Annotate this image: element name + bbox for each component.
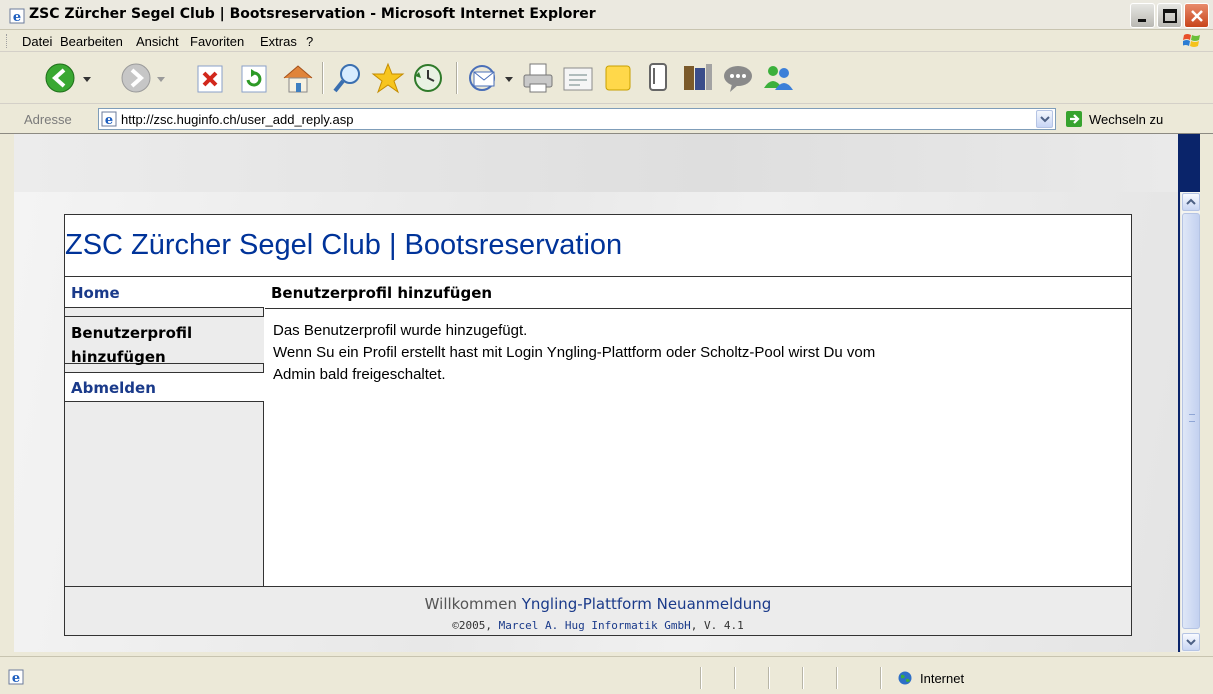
discuss-icon[interactable] bbox=[600, 60, 636, 96]
go-button[interactable]: Wechseln zu bbox=[1089, 112, 1163, 127]
window-title: ZSC Zürcher Segel Club | Bootsreservatio… bbox=[29, 6, 596, 22]
nav-current-line1: Benutzerprofil bbox=[71, 324, 193, 342]
svg-text:e: e bbox=[12, 671, 20, 685]
mail-icon[interactable] bbox=[466, 60, 502, 96]
forward-dropdown-icon[interactable] bbox=[154, 60, 168, 96]
address-bar: Adresse e http://zsc.huginfo.ch/user_add… bbox=[0, 104, 1213, 134]
page-header: ZSC Zürcher Segel Club | Bootsreservatio… bbox=[65, 215, 1131, 277]
maximize-button[interactable] bbox=[1157, 3, 1182, 28]
globe-icon bbox=[898, 671, 912, 685]
welcome-label: Willkommen bbox=[424, 595, 517, 613]
page-icon: e bbox=[101, 111, 117, 127]
minimize-icon bbox=[1138, 19, 1146, 22]
sidebar-item-logout[interactable]: Abmelden bbox=[65, 372, 264, 402]
nav-logout-link[interactable]: Abmelden bbox=[71, 379, 156, 397]
footer-copyright: ©2005, Marcel A. Hug Informatik GmbH, V.… bbox=[65, 619, 1131, 632]
svg-text:e: e bbox=[13, 10, 21, 24]
scrollbar-thumb[interactable] bbox=[1182, 213, 1200, 629]
chat-icon[interactable] bbox=[720, 60, 756, 96]
research-icon[interactable] bbox=[680, 60, 716, 96]
version-text: , V. 4.1 bbox=[690, 619, 744, 632]
favorites-icon[interactable] bbox=[370, 60, 406, 96]
close-icon bbox=[1191, 10, 1203, 22]
nav-home-link[interactable]: Home bbox=[71, 284, 120, 302]
scrollbar-grip bbox=[1189, 414, 1195, 422]
toolbar-separator bbox=[322, 62, 324, 94]
status-pane-divider bbox=[880, 667, 882, 689]
maximize-icon bbox=[1163, 9, 1177, 23]
address-label: Adresse bbox=[24, 112, 72, 127]
logged-in-user: Yngling-Plattform Neuanmeldung bbox=[521, 595, 772, 613]
footer-welcome: Willkommen Yngling-Plattform Neuanmeldun… bbox=[65, 595, 1131, 613]
forward-icon[interactable] bbox=[118, 60, 154, 96]
menu-favoriten[interactable]: Favoriten bbox=[190, 34, 244, 49]
menu-datei[interactable]: Datei bbox=[22, 34, 52, 49]
svg-text:e: e bbox=[105, 113, 113, 127]
status-pane-divider bbox=[768, 667, 770, 689]
sidebar-item-home[interactable]: Home bbox=[65, 278, 264, 308]
page-status-icon: e bbox=[8, 669, 24, 685]
mail-dropdown-icon[interactable] bbox=[502, 60, 516, 96]
status-pane-divider bbox=[700, 667, 702, 689]
back-icon[interactable] bbox=[44, 60, 80, 96]
status-pane-divider bbox=[802, 667, 804, 689]
confirmation-text: Das Benutzerprofil wurde hinzugefügt. bbox=[273, 322, 528, 339]
address-input[interactable]: e http://zsc.huginfo.ch/user_add_reply.a… bbox=[98, 108, 1056, 130]
stop-icon[interactable] bbox=[192, 60, 228, 96]
minimize-button[interactable] bbox=[1130, 3, 1155, 28]
window-frame bbox=[0, 134, 14, 656]
messenger-icon[interactable] bbox=[640, 60, 676, 96]
close-button[interactable] bbox=[1184, 3, 1209, 28]
page-layout: ZSC Zürcher Segel Club | Bootsreservatio… bbox=[64, 214, 1132, 636]
menu-help[interactable]: ? bbox=[306, 34, 313, 49]
page-footer: Willkommen Yngling-Plattform Neuanmeldun… bbox=[65, 586, 1131, 635]
site-title: ZSC Zürcher Segel Club | Bootsreservatio… bbox=[65, 229, 623, 261]
print-icon[interactable] bbox=[520, 60, 556, 96]
address-dropdown-button[interactable] bbox=[1036, 110, 1053, 128]
viewport-background bbox=[14, 134, 1178, 192]
chevron-down-icon bbox=[1186, 639, 1196, 646]
security-zone-label: Internet bbox=[920, 671, 965, 686]
status-pane-divider bbox=[734, 667, 736, 689]
browser-window: e ZSC Zürcher Segel Club | Bootsreservat… bbox=[0, 0, 1213, 694]
windows-logo-icon bbox=[1183, 34, 1200, 47]
menu-bar: Datei Bearbeiten Ansicht Favoriten Extra… bbox=[0, 30, 1213, 52]
info-text: Wenn Su ein Profil erstellt hast mit Log… bbox=[273, 344, 876, 361]
chevron-down-icon bbox=[1040, 116, 1050, 123]
scroll-up-button[interactable] bbox=[1182, 193, 1200, 211]
copyright-text: ©2005, bbox=[452, 619, 493, 632]
nav-current-line2: hinzufügen bbox=[71, 348, 166, 366]
go-arrow-icon[interactable] bbox=[1066, 111, 1082, 127]
history-icon[interactable] bbox=[410, 60, 446, 96]
status-pane-divider bbox=[836, 667, 838, 689]
content-body: Das Benutzerprofil wurde hinzugefügt. We… bbox=[265, 310, 1131, 586]
content-heading: Benutzerprofil hinzufügen bbox=[265, 278, 1131, 309]
chevron-up-icon bbox=[1186, 198, 1196, 205]
address-url[interactable]: http://zsc.huginfo.ch/user_add_reply.asp bbox=[121, 112, 353, 127]
toolbar-grip[interactable] bbox=[6, 34, 9, 48]
contacts-icon[interactable] bbox=[760, 60, 796, 96]
back-dropdown-icon[interactable] bbox=[80, 60, 94, 96]
ie-icon: e bbox=[9, 8, 25, 24]
scroll-down-button[interactable] bbox=[1182, 633, 1200, 651]
info-text-continued: Admin bald freigeschaltet. bbox=[273, 366, 446, 383]
search-icon[interactable] bbox=[330, 60, 366, 96]
window-frame bbox=[1200, 134, 1213, 656]
home-icon[interactable] bbox=[280, 60, 316, 96]
status-bar: e Internet bbox=[0, 656, 1213, 694]
refresh-icon[interactable] bbox=[236, 60, 272, 96]
menu-extras[interactable]: Extras bbox=[260, 34, 297, 49]
menu-bearbeiten[interactable]: Bearbeiten bbox=[60, 34, 123, 49]
standard-toolbar bbox=[0, 52, 1213, 104]
sidebar: Home Benutzerprofil hinzufügen Abmelden bbox=[65, 278, 264, 586]
company-link[interactable]: Marcel A. Hug Informatik GmbH bbox=[499, 619, 691, 632]
edit-icon[interactable] bbox=[560, 60, 596, 96]
vertical-scrollbar[interactable] bbox=[1180, 192, 1200, 652]
sidebar-item-current: Benutzerprofil hinzufügen bbox=[65, 316, 264, 366]
title-bar: e ZSC Zürcher Segel Club | Bootsreservat… bbox=[0, 0, 1213, 30]
toolbar-separator bbox=[456, 62, 458, 94]
menu-ansicht[interactable]: Ansicht bbox=[136, 34, 179, 49]
